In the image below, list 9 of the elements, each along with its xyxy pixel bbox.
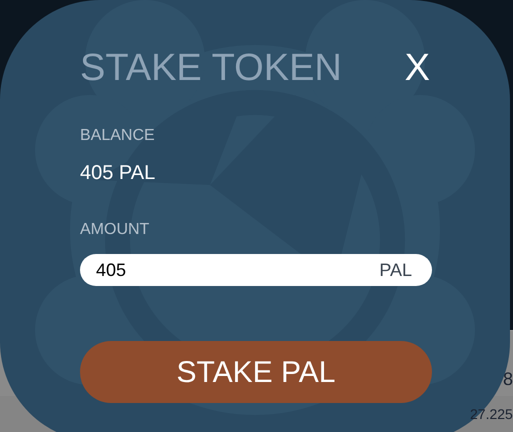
table-value: 8 [503,368,513,391]
balance-value: 405 PAL [80,161,156,186]
amount-field[interactable]: 405 PAL [80,254,432,286]
dialog-title: STAKE TOKEN [80,46,342,90]
close-button[interactable]: X [404,46,430,90]
stake-button[interactable]: STAKE PAL [80,341,432,403]
balance-label: BALANCE [80,126,156,146]
amount-label: AMOUNT [80,220,150,240]
unit-label: PAL [379,258,412,282]
